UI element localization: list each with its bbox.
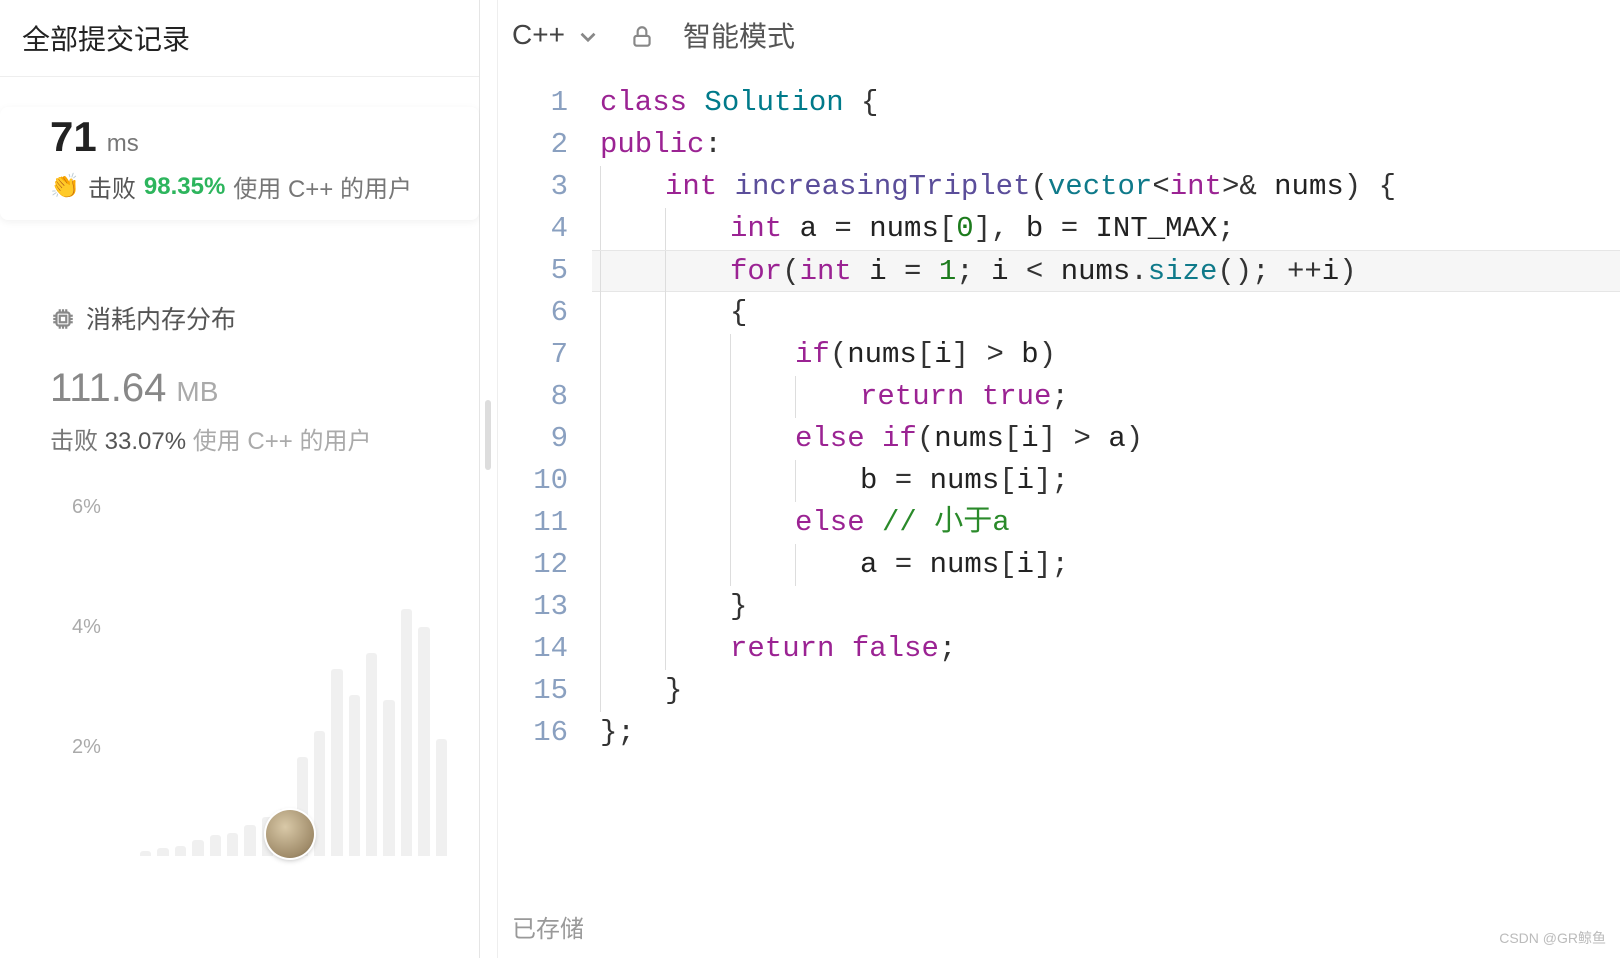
chart-bar[interactable] xyxy=(175,846,186,856)
chart-bar[interactable] xyxy=(331,669,342,856)
code-line[interactable]: int a = nums[0], b = INT_MAX; xyxy=(592,208,1620,250)
chart-bar[interactable] xyxy=(227,833,238,856)
submissions-panel: 全部提交记录 71 ms 👏 击败 98.35% 使用 C++ 的用户 xyxy=(0,0,480,958)
memory-unit: MB xyxy=(176,376,218,408)
y-tick: 6% xyxy=(72,496,101,519)
runtime-value: 71 xyxy=(50,113,97,161)
chevron-down-icon xyxy=(575,19,601,51)
chart-bar[interactable] xyxy=(366,653,377,856)
code-line[interactable]: else if(nums[i] > a) xyxy=(592,418,1620,460)
chart-bar[interactable] xyxy=(418,627,429,856)
chart-bar[interactable] xyxy=(210,835,221,856)
y-tick: 4% xyxy=(72,616,101,639)
submissions-title: 全部提交记录 xyxy=(0,0,479,77)
code-line[interactable]: class Solution { xyxy=(592,82,1620,124)
chart-bar[interactable] xyxy=(436,739,447,856)
beats-suffix: 使用 C++ 的用户 xyxy=(233,169,412,204)
chart-bar[interactable] xyxy=(157,848,168,856)
memory-beats-percent: 33.07% xyxy=(105,428,186,455)
chart-bar[interactable] xyxy=(192,840,203,856)
code-line[interactable]: } xyxy=(592,586,1620,628)
code-line[interactable]: { xyxy=(592,292,1620,334)
y-tick: 2% xyxy=(72,736,101,759)
memory-beats-label: 击败 xyxy=(50,428,98,455)
mode-label: 智能模式 xyxy=(683,15,795,55)
code-line[interactable]: for(int i = 1; i < nums.size(); ++i) xyxy=(592,250,1620,292)
beats-label: 击败 xyxy=(88,169,136,204)
chip-icon xyxy=(50,304,76,332)
memory-chart: 6% 4% 2% xyxy=(50,496,457,856)
code-line[interactable]: return true; xyxy=(592,376,1620,418)
code-line[interactable]: return false; xyxy=(592,628,1620,670)
chart-bar[interactable] xyxy=(401,609,412,856)
language-select[interactable]: C++ xyxy=(512,19,601,51)
beats-percent: 98.35% xyxy=(144,173,225,201)
memory-value: 111.64 xyxy=(50,366,166,411)
code-content[interactable]: class Solution {public:int increasingTri… xyxy=(592,82,1620,958)
lock-icon xyxy=(629,19,655,51)
chart-bar[interactable] xyxy=(314,731,325,856)
chart-bar[interactable] xyxy=(244,825,255,856)
chart-bar[interactable] xyxy=(349,695,360,856)
code-line[interactable]: b = nums[i]; xyxy=(592,460,1620,502)
code-line[interactable]: else // 小于a xyxy=(592,502,1620,544)
memory-beats-suffix: 使用 C++ 的用户 xyxy=(193,428,372,455)
avatar[interactable] xyxy=(266,810,314,858)
code-line[interactable]: public: xyxy=(592,124,1620,166)
code-line[interactable]: } xyxy=(592,670,1620,712)
chart-bar[interactable] xyxy=(140,851,151,856)
memory-section-title: 消耗内存分布 xyxy=(86,300,236,336)
clap-icon: 👏 xyxy=(50,175,80,199)
code-editor[interactable]: 12345678910111213141516 class Solution {… xyxy=(498,70,1620,958)
editor-panel: C++ 智能模式 12345678910111213141516 class S… xyxy=(498,0,1620,958)
editor-header: C++ 智能模式 xyxy=(498,0,1620,70)
language-label: C++ xyxy=(512,19,565,51)
watermark: CSDN @GR鲸鱼 xyxy=(1499,928,1606,948)
runtime-unit: ms xyxy=(107,130,139,158)
line-gutter: 12345678910111213141516 xyxy=(498,82,592,958)
runtime-card[interactable]: 71 ms 👏 击败 98.35% 使用 C++ 的用户 xyxy=(0,107,479,220)
code-line[interactable]: a = nums[i]; xyxy=(592,544,1620,586)
code-line[interactable]: int increasingTriplet(vector<int>& nums)… xyxy=(592,166,1620,208)
code-line[interactable]: if(nums[i] > b) xyxy=(592,334,1620,376)
status-bar: 已存储 xyxy=(512,909,584,944)
code-line[interactable]: }; xyxy=(592,712,1620,754)
splitter-handle[interactable] xyxy=(480,0,498,958)
memory-section: 消耗内存分布 111.64 MB 击败 33.07% 使用 C++ 的用户 6%… xyxy=(0,300,479,856)
chart-bar[interactable] xyxy=(383,700,394,856)
